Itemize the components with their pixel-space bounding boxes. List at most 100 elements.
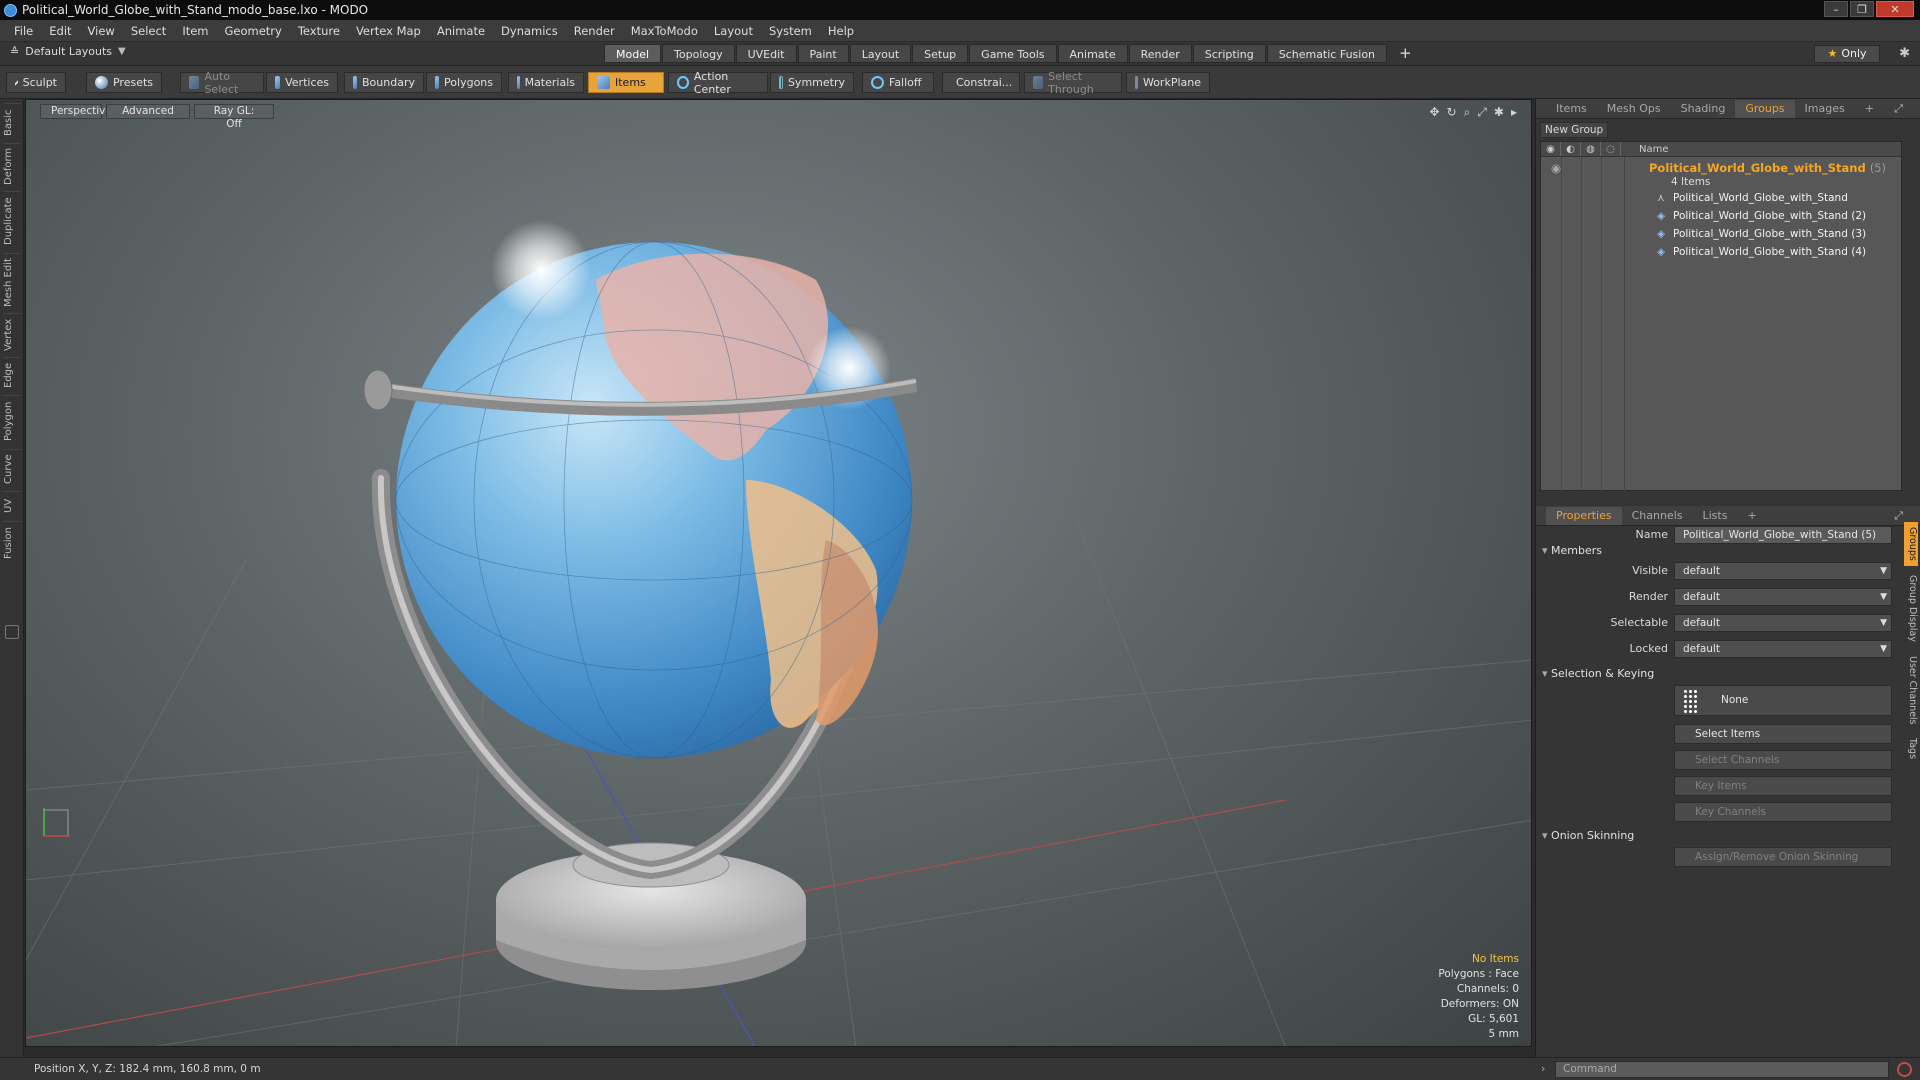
- menu-help[interactable]: Help: [820, 24, 862, 38]
- layouts-dropdown[interactable]: ≙ Default Layouts ▼: [10, 45, 126, 58]
- name-column-header[interactable]: Name: [1639, 142, 1669, 157]
- pan-icon[interactable]: ✥: [1429, 105, 1439, 120]
- tab-deform[interactable]: Deform: [3, 143, 21, 189]
- materials-button[interactable]: Materials: [508, 72, 584, 93]
- boundary-button[interactable]: Boundary: [344, 72, 424, 93]
- tab-model[interactable]: Model: [604, 44, 662, 63]
- tree-item-1[interactable]: ⋏ Political_World_Globe_with_Stand: [1541, 189, 1901, 207]
- expand-panel-icon[interactable]: ⤢: [1884, 100, 1913, 118]
- tab-schematic-fusion[interactable]: Schematic Fusion: [1266, 44, 1388, 63]
- tab-fusion[interactable]: Fusion: [3, 521, 21, 565]
- tab-render[interactable]: Render: [1128, 44, 1192, 63]
- onion-skinning-section[interactable]: Onion Skinning: [1542, 829, 1634, 842]
- tab-lists[interactable]: Lists: [1693, 507, 1738, 525]
- tab-game-tools[interactable]: Game Tools: [969, 44, 1057, 63]
- menu-animate[interactable]: Animate: [429, 24, 493, 38]
- tab-scripting[interactable]: Scripting: [1192, 44, 1266, 63]
- side-tab-group-display[interactable]: Group Display: [1904, 570, 1918, 646]
- items-button[interactable]: Items: [588, 72, 664, 93]
- 3d-viewport[interactable]: Perspective Advanced Ray GL: Off ✥ ↻ ⌕ ⤢…: [25, 99, 1532, 1047]
- selection-set-none-button[interactable]: None: [1674, 685, 1892, 716]
- tab-properties[interactable]: Properties: [1546, 506, 1622, 525]
- tab-layout[interactable]: Layout: [849, 44, 912, 63]
- tab-polygon[interactable]: Polygon: [3, 395, 21, 447]
- new-group-button[interactable]: New Group: [1540, 122, 1609, 138]
- menu-layout[interactable]: Layout: [706, 24, 761, 38]
- tree-item-3[interactable]: ◈ Political_World_Globe_with_Stand (3): [1541, 225, 1901, 243]
- key-items-button[interactable]: Key Items: [1674, 776, 1892, 796]
- add-properties-tab-icon[interactable]: +: [1737, 507, 1766, 525]
- symmetry-button[interactable]: Symmetry: [770, 72, 854, 93]
- add-panel-tab-icon[interactable]: +: [1855, 100, 1884, 118]
- tab-groups[interactable]: Groups: [1735, 99, 1795, 118]
- selectable-dropdown[interactable]: default ▼: [1674, 614, 1892, 632]
- menu-dynamics[interactable]: Dynamics: [493, 24, 566, 38]
- members-section[interactable]: Members: [1542, 544, 1602, 557]
- tab-duplicate[interactable]: Duplicate: [3, 191, 21, 251]
- close-icon[interactable]: ✕: [1876, 1, 1914, 17]
- menu-render[interactable]: Render: [566, 24, 623, 38]
- only-button[interactable]: ★ Only: [1814, 45, 1880, 63]
- select-through-button[interactable]: Select Through: [1024, 70, 1122, 96]
- render-dropdown[interactable]: default ▼: [1674, 588, 1892, 606]
- raygl-button[interactable]: Ray GL: Off: [194, 104, 274, 130]
- constraints-button[interactable]: Constrai...: [942, 72, 1020, 93]
- viewport-menu-icon[interactable]: ▸: [1511, 105, 1517, 120]
- shading-advanced-button[interactable]: Advanced: [106, 104, 190, 119]
- polygons-button[interactable]: Polygons: [426, 72, 502, 93]
- auto-select-button[interactable]: Auto Select: [180, 70, 264, 96]
- tree-item-2[interactable]: ◈ Political_World_Globe_with_Stand (2): [1541, 207, 1901, 225]
- sculpt-button[interactable]: Sculpt: [6, 72, 66, 93]
- presets-button[interactable]: Presets: [86, 72, 162, 93]
- vertices-button[interactable]: Vertices: [266, 72, 338, 93]
- fit-icon[interactable]: ⤢: [1477, 105, 1487, 120]
- eye-icon[interactable]: ◉: [1541, 142, 1561, 156]
- tab-items[interactable]: Items: [1546, 100, 1597, 118]
- tab-edge[interactable]: Edge: [3, 357, 21, 393]
- tab-mesh-edit[interactable]: Mesh Edit: [3, 253, 21, 311]
- tab-uv[interactable]: UV: [3, 491, 21, 519]
- group-name-field[interactable]: Political_World_Globe_with_Stand (5): [1674, 526, 1892, 544]
- onion-skinning-button[interactable]: Assign/Remove Onion Skinning: [1674, 847, 1892, 867]
- tab-animate[interactable]: Animate: [1057, 44, 1128, 63]
- workplane-button[interactable]: WorkPlane: [1126, 72, 1210, 93]
- zoom-icon[interactable]: ⌕: [1464, 105, 1471, 120]
- tab-paint[interactable]: Paint: [797, 44, 849, 63]
- tree-item-4[interactable]: ◈ Political_World_Globe_with_Stand (4): [1541, 243, 1901, 261]
- rotate-icon[interactable]: ↻: [1447, 105, 1457, 120]
- maximize-icon[interactable]: ❐: [1850, 1, 1874, 17]
- lock-icon[interactable]: ◍: [1581, 142, 1601, 156]
- tab-vertex[interactable]: Vertex: [3, 313, 21, 355]
- toggle-panel-icon[interactable]: [5, 625, 19, 639]
- select-icon[interactable]: ◌: [1601, 142, 1621, 156]
- menu-item[interactable]: Item: [174, 24, 216, 38]
- menu-edit[interactable]: Edit: [41, 24, 79, 38]
- viewport-gear-icon[interactable]: ✱: [1494, 105, 1504, 120]
- tab-channels[interactable]: Channels: [1622, 507, 1693, 525]
- tab-basic[interactable]: Basic: [3, 103, 21, 141]
- menu-file[interactable]: File: [6, 24, 41, 38]
- menu-maxtomodo[interactable]: MaxToModo: [623, 24, 706, 38]
- tab-shading[interactable]: Shading: [1671, 100, 1736, 118]
- menu-geometry[interactable]: Geometry: [217, 24, 290, 38]
- menu-select[interactable]: Select: [123, 24, 174, 38]
- tab-topology[interactable]: Topology: [662, 44, 735, 63]
- action-center-button[interactable]: Action Center: [668, 70, 768, 96]
- tab-mesh-ops[interactable]: Mesh Ops: [1597, 100, 1671, 118]
- view-perspective-button[interactable]: Perspective: [40, 104, 112, 119]
- menu-texture[interactable]: Texture: [290, 24, 348, 38]
- command-input[interactable]: Command: [1555, 1061, 1889, 1078]
- falloff-button[interactable]: Falloff: [862, 72, 934, 93]
- gear-icon[interactable]: ✱: [1899, 46, 1910, 61]
- add-tab-icon[interactable]: +: [1388, 44, 1423, 63]
- visible-dropdown[interactable]: default ▼: [1674, 562, 1892, 580]
- menu-system[interactable]: System: [761, 24, 820, 38]
- selection-keying-section[interactable]: Selection & Keying: [1542, 667, 1654, 680]
- side-tab-tags[interactable]: Tags: [1904, 734, 1918, 764]
- tab-curve[interactable]: Curve: [3, 449, 21, 489]
- key-channels-button[interactable]: Key Channels: [1674, 802, 1892, 822]
- render-icon[interactable]: ◐: [1561, 142, 1581, 156]
- tab-setup[interactable]: Setup: [912, 44, 969, 63]
- select-items-button[interactable]: Select Items: [1674, 724, 1892, 744]
- minimize-icon[interactable]: –: [1824, 1, 1848, 17]
